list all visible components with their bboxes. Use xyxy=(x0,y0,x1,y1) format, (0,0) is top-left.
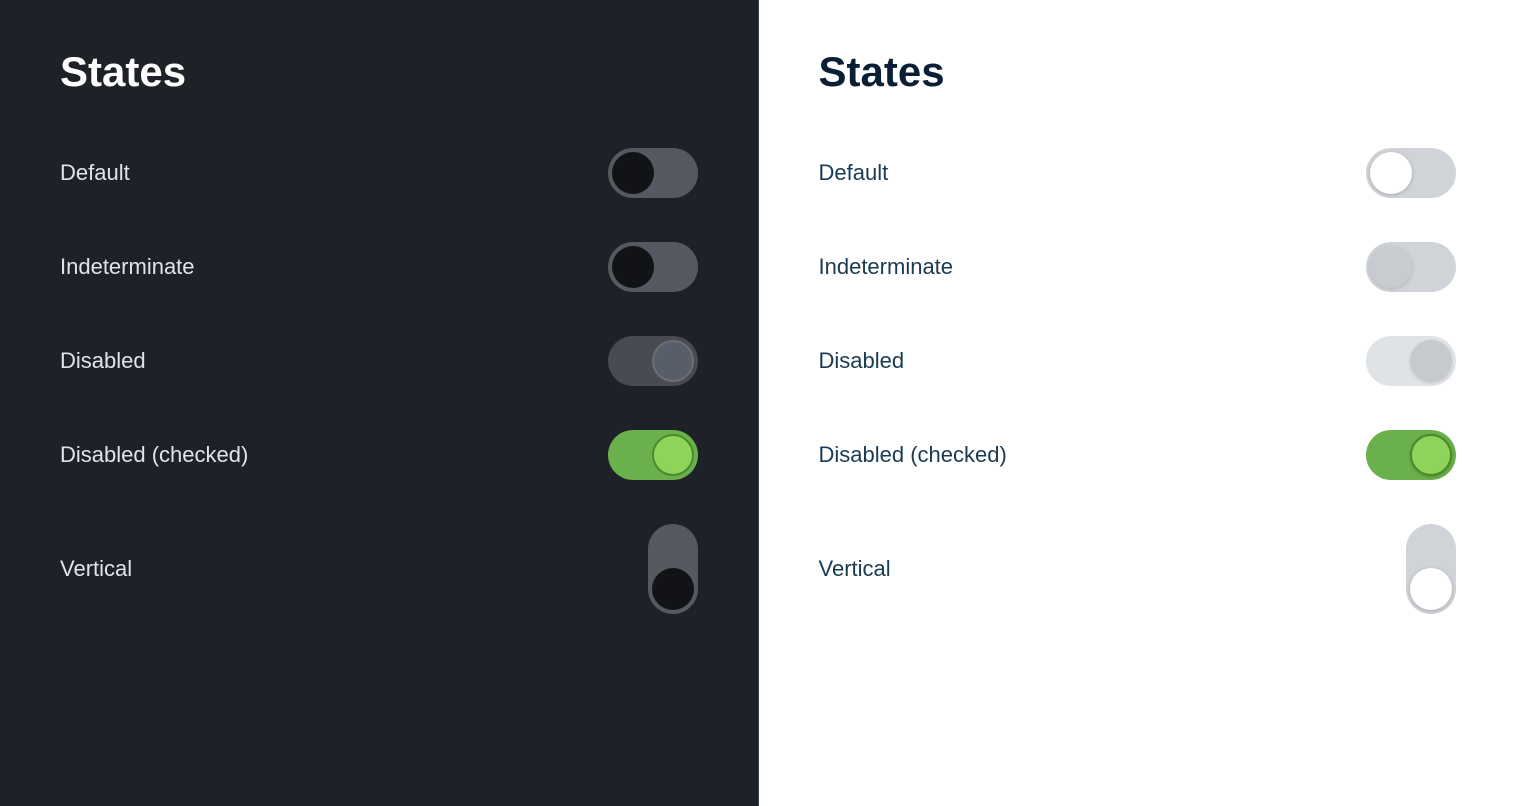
dark-disabled-row: Disabled xyxy=(60,314,698,408)
light-disabled-toggle xyxy=(1366,336,1456,386)
light-default-track xyxy=(1366,148,1456,198)
dark-default-toggle[interactable] xyxy=(608,148,698,198)
dark-disabled-label: Disabled xyxy=(60,348,146,374)
light-panel: States Default Indeterminate Disabled Di… xyxy=(759,0,1516,806)
dark-disabled-checked-row: Disabled (checked) xyxy=(60,408,698,502)
light-disabled-label: Disabled xyxy=(819,348,905,374)
dark-vertical-knob xyxy=(652,568,694,610)
light-indeterminate-label: Indeterminate xyxy=(819,254,954,280)
dark-panel: States Default Indeterminate Disabled Di… xyxy=(0,0,758,806)
dark-disabled-checked-label: Disabled (checked) xyxy=(60,442,248,468)
dark-vertical-track xyxy=(648,524,698,614)
dark-indeterminate-label: Indeterminate xyxy=(60,254,195,280)
light-disabled-checked-knob xyxy=(1410,434,1452,476)
dark-disabled-knob xyxy=(652,340,694,382)
light-disabled-knob xyxy=(1410,340,1452,382)
dark-disabled-checked-knob xyxy=(652,434,694,476)
light-default-knob xyxy=(1370,152,1412,194)
light-vertical-track xyxy=(1406,524,1456,614)
light-vertical-knob xyxy=(1410,568,1452,610)
dark-indeterminate-row: Indeterminate xyxy=(60,220,698,314)
light-default-toggle[interactable] xyxy=(1366,148,1456,198)
dark-indeterminate-track xyxy=(608,242,698,292)
light-vertical-label: Vertical xyxy=(819,556,891,582)
dark-default-row: Default xyxy=(60,126,698,220)
light-panel-title: States xyxy=(819,48,1457,96)
light-disabled-checked-label: Disabled (checked) xyxy=(819,442,1007,468)
light-disabled-row: Disabled xyxy=(819,314,1457,408)
dark-disabled-toggle xyxy=(608,336,698,386)
dark-default-label: Default xyxy=(60,160,130,186)
dark-disabled-checked-toggle xyxy=(608,430,698,480)
dark-default-knob xyxy=(612,152,654,194)
light-disabled-checked-toggle xyxy=(1366,430,1456,480)
dark-vertical-row: Vertical xyxy=(60,502,698,636)
light-indeterminate-track xyxy=(1366,242,1456,292)
light-default-row: Default xyxy=(819,126,1457,220)
dark-default-track xyxy=(608,148,698,198)
light-vertical-toggle[interactable] xyxy=(1406,524,1456,614)
dark-disabled-checked-track xyxy=(608,430,698,480)
dark-disabled-track xyxy=(608,336,698,386)
light-disabled-checked-row: Disabled (checked) xyxy=(819,408,1457,502)
light-indeterminate-row: Indeterminate xyxy=(819,220,1457,314)
dark-panel-title: States xyxy=(60,48,698,96)
light-indeterminate-knob xyxy=(1370,246,1412,288)
dark-vertical-toggle[interactable] xyxy=(648,524,698,614)
light-disabled-checked-track xyxy=(1366,430,1456,480)
dark-indeterminate-knob xyxy=(612,246,654,288)
dark-indeterminate-toggle[interactable] xyxy=(608,242,698,292)
dark-vertical-label: Vertical xyxy=(60,556,132,582)
light-indeterminate-toggle[interactable] xyxy=(1366,242,1456,292)
light-vertical-row: Vertical xyxy=(819,502,1457,636)
light-disabled-track xyxy=(1366,336,1456,386)
light-default-label: Default xyxy=(819,160,889,186)
